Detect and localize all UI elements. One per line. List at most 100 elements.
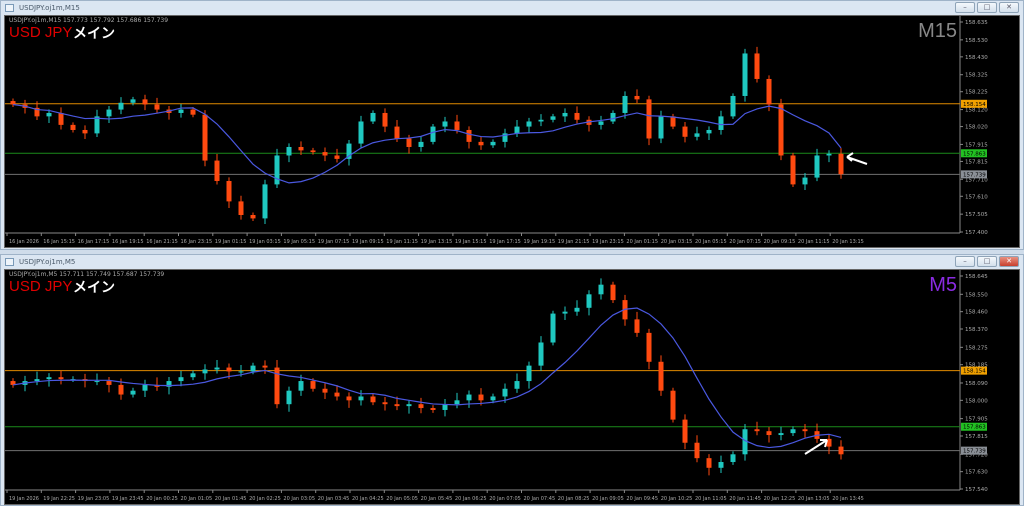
bearish-candle — [766, 78, 772, 105]
bearish-candle — [118, 384, 124, 395]
bearish-candle — [382, 112, 388, 127]
time-axis-label: 19 Jan 22:25 — [43, 496, 75, 502]
bullish-candle — [610, 112, 616, 122]
price-axis-label: 157.610 — [965, 194, 988, 200]
time-axis-label: 16 Jan 19:15 — [112, 239, 144, 245]
bearish-candle — [778, 104, 784, 156]
close-button[interactable]: ✕ — [999, 256, 1019, 267]
bearish-candle — [334, 392, 340, 397]
minimize-button[interactable]: – — [955, 256, 975, 267]
main-label: メイン — [73, 280, 115, 296]
bearish-candle — [214, 160, 220, 181]
m5-window-title: USDJPY.oj1m,M5 — [19, 258, 76, 266]
price-axis-label: 158.370 — [965, 327, 988, 333]
chart-window-icon — [5, 4, 14, 12]
bearish-candle — [190, 109, 196, 115]
level-price-label: 157.739 — [963, 449, 986, 455]
bearish-candle — [838, 446, 844, 455]
bearish-candle — [634, 95, 640, 100]
bullish-candle — [106, 109, 112, 117]
time-axis-label: 19 Jan 13:15 — [421, 239, 453, 245]
minimize-button[interactable]: – — [955, 2, 975, 13]
bearish-candle — [478, 141, 484, 146]
bullish-candle — [298, 381, 304, 391]
bullish-candle — [706, 129, 712, 134]
bearish-candle — [682, 126, 688, 137]
bullish-candle — [514, 381, 520, 389]
time-axis-label: 20 Jan 13:45 — [832, 496, 864, 502]
bearish-candle — [262, 365, 268, 368]
time-axis-label: 20 Jan 13:15 — [832, 239, 864, 245]
bullish-candle — [598, 121, 604, 125]
bullish-candle — [598, 284, 604, 295]
m5-chart-area[interactable]: 158.645 158.550 158.460 158.370 158.275 158.1… — [4, 269, 1020, 505]
m5-title-bar[interactable]: USDJPY.oj1m,M5 – □ ✕ — [1, 255, 1023, 269]
time-axis-label: 16 Jan 2026 — [9, 239, 39, 245]
time-axis-label: 20 Jan 02:25 — [249, 496, 281, 502]
m15-chart-area[interactable]: 158.635 158.530 158.430 158.325 158.225 158.1… — [4, 15, 1020, 248]
bullish-candle — [190, 373, 196, 378]
bearish-candle — [310, 150, 316, 153]
price-axis-label: 158.000 — [965, 398, 988, 404]
bullish-candle — [406, 404, 412, 407]
time-axis-label: 19 Jan 19:15 — [524, 239, 556, 245]
bullish-candle — [550, 116, 556, 120]
bearish-candle — [106, 381, 112, 385]
bullish-candle — [526, 121, 532, 127]
bearish-candle — [10, 101, 16, 105]
time-axis-label: 20 Jan 07:15 — [729, 239, 761, 245]
time-axis-label: 19 Jan 23:05 — [78, 496, 110, 502]
time-axis-label: 20 Jan 08:25 — [558, 496, 590, 502]
bullish-candle — [742, 53, 748, 96]
bearish-candle — [322, 152, 328, 156]
bullish-candle — [586, 294, 592, 308]
time-axis-label: 19 Jan 09:15 — [352, 239, 384, 245]
bearish-candle — [838, 153, 844, 175]
bullish-candle — [730, 95, 736, 117]
bullish-candle — [538, 342, 544, 366]
time-axis-label: 16 Jan 21:15 — [146, 239, 178, 245]
bearish-candle — [322, 388, 328, 393]
bearish-candle — [382, 402, 388, 405]
time-axis-label: 19 Jan 03:15 — [249, 239, 281, 245]
bullish-candle — [814, 155, 820, 178]
close-button[interactable]: ✕ — [999, 2, 1019, 13]
bullish-candle — [94, 381, 100, 383]
bearish-candle — [706, 458, 712, 468]
bullish-candle — [370, 112, 376, 122]
time-axis-label: 19 Jan 21:15 — [558, 239, 590, 245]
time-axis-label: 20 Jan 09:05 — [592, 496, 624, 502]
m15-candlestick-chart: 158.635 158.530 158.430 158.325 158.225 158.1… — [5, 16, 988, 245]
time-axis-label: 19 Jan 17:15 — [489, 239, 521, 245]
bearish-candle — [802, 429, 808, 432]
time-axis-label: 20 Jan 11:15 — [798, 239, 830, 245]
bearish-candle — [142, 99, 148, 105]
bearish-candle — [346, 396, 352, 401]
bearish-candle — [634, 319, 640, 333]
price-axis-label: 158.020 — [965, 125, 988, 131]
m15-title-bar[interactable]: USDJPY.oj1m,M15 – □ ✕ — [1, 1, 1023, 15]
maximize-button[interactable]: □ — [977, 2, 997, 13]
timeframe-label: M5 — [929, 274, 957, 296]
bullish-candle — [454, 400, 460, 405]
bullish-candle — [502, 388, 508, 397]
bearish-candle — [670, 390, 676, 420]
time-axis-label: 19 Jan 23:45 — [112, 496, 144, 502]
bullish-candle — [358, 121, 364, 144]
bearish-candle — [610, 284, 616, 301]
time-axis-label: 19 Jan 05:15 — [283, 239, 315, 245]
time-axis-label: 20 Jan 01:05 — [181, 496, 213, 502]
bearish-candle — [226, 180, 232, 202]
bullish-candle — [430, 126, 436, 142]
time-axis-label: 19 Jan 11:15 — [386, 239, 418, 245]
time-axis-label: 20 Jan 11:05 — [695, 496, 727, 502]
bearish-candle — [754, 429, 760, 432]
bullish-candle — [466, 394, 472, 401]
maximize-button[interactable]: □ — [977, 256, 997, 267]
bullish-candle — [142, 384, 148, 391]
level-price-label: 157.739 — [963, 172, 986, 178]
bearish-candle — [250, 214, 256, 219]
bullish-candle — [826, 153, 832, 156]
annotation-arrow-icon — [804, 439, 828, 455]
price-axis-label: 158.530 — [965, 38, 988, 44]
